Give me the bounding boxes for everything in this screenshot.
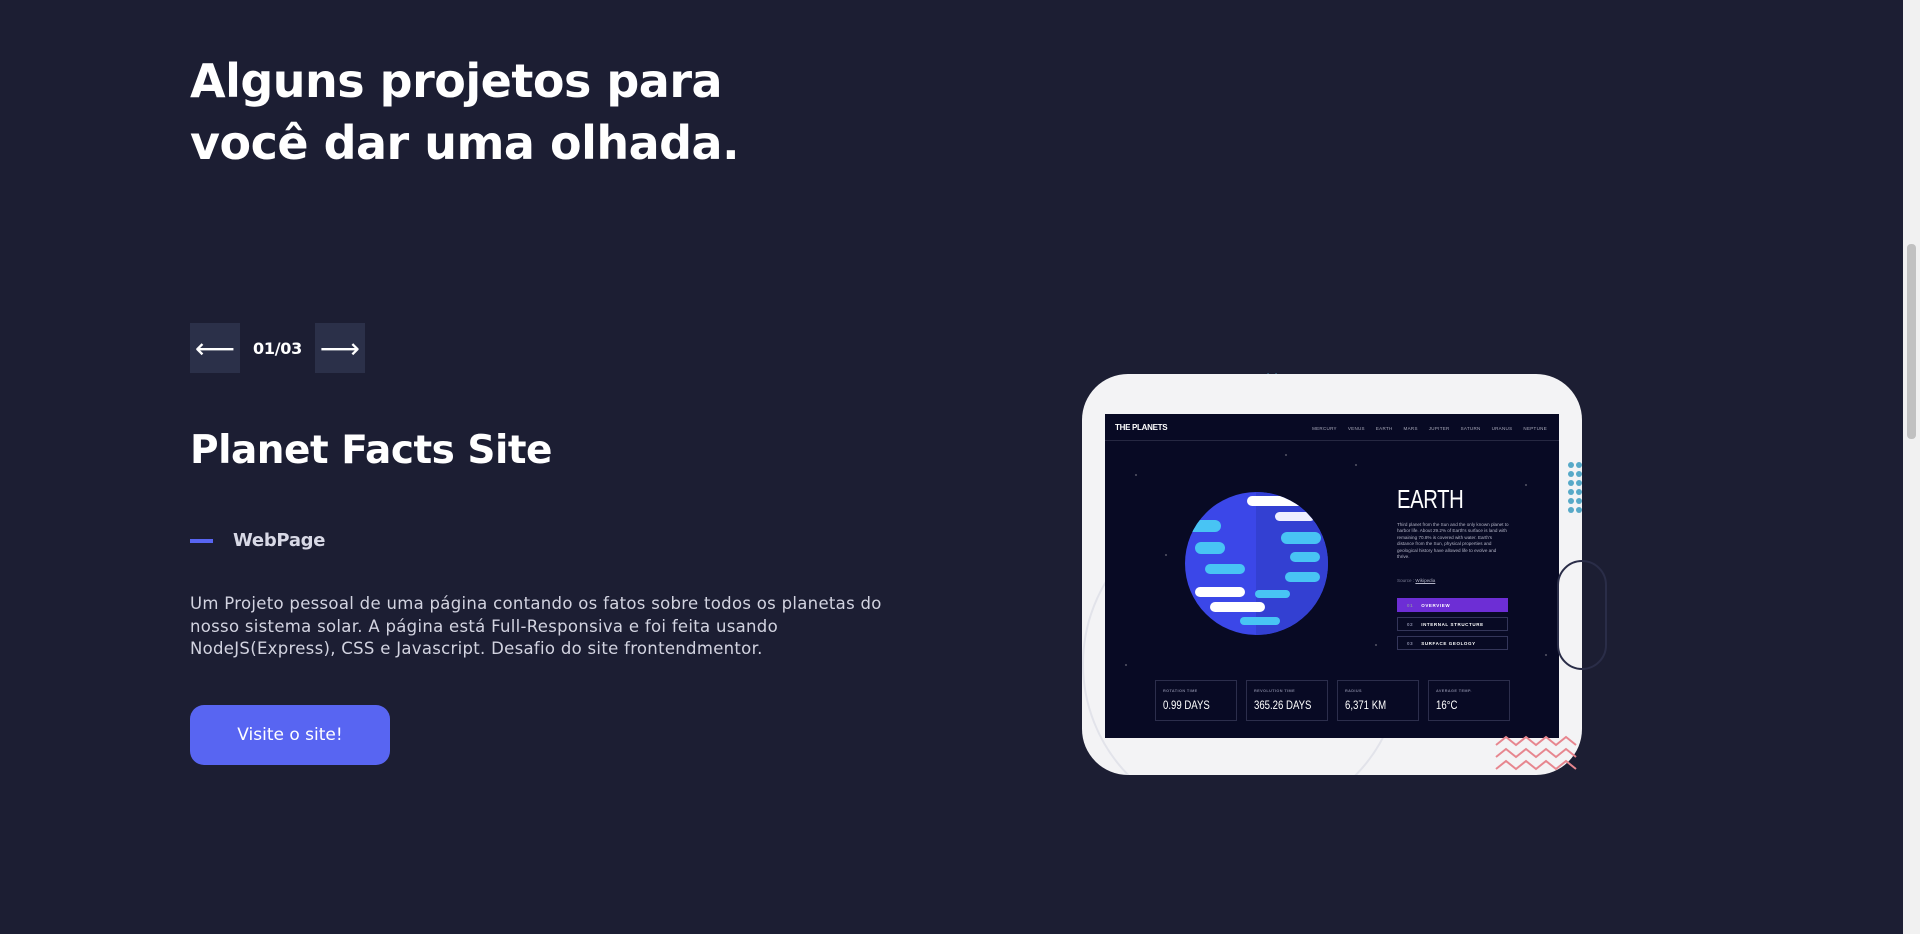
preview-tab-label: INTERNAL STRUCTURE — [1421, 621, 1484, 627]
project-preview-screen: THE PLANETS MERCURY VENUS EARTH MARS JUP… — [1105, 414, 1559, 738]
preview-stat-label: REVOLUTION TIME — [1254, 689, 1296, 693]
preview-nav-item: EARTH — [1375, 426, 1393, 431]
preview-source: Source : Wikipedia — [1397, 578, 1435, 583]
preview-tab-number: 03 — [1407, 640, 1414, 646]
preview-stat-card: RADIUS 6,371 KM — [1337, 680, 1419, 721]
preview-stat-value: 365.26 DAYS — [1254, 698, 1312, 712]
project-tag: WebPage — [190, 530, 325, 551]
preview-nav-item: SATURN — [1460, 426, 1481, 431]
preview-nav-item: MERCURY — [1312, 426, 1337, 431]
preview-stat-card: ROTATION TIME 0.99 DAYS — [1155, 680, 1237, 721]
preview-nav-item: MARS — [1403, 426, 1418, 431]
preview-nav-item: NEPTUNE — [1523, 426, 1547, 431]
preview-source-link: Wikipedia — [1415, 578, 1436, 583]
preview-planet-text: Third planet from the Sun and the only k… — [1397, 522, 1509, 560]
project-description: Um Projeto pessoal de uma página contand… — [190, 594, 882, 658]
preview-nav: MERCURY VENUS EARTH MARS JUPITER SATURN … — [1312, 426, 1547, 431]
preview-tab-label: SURFACE GEOLOGY — [1421, 640, 1476, 646]
preview-brand: THE PLANETS — [1115, 423, 1168, 432]
preview-nav-item: JUPITER — [1428, 426, 1450, 431]
earth-planet-icon — [1185, 492, 1328, 635]
section-heading: Alguns projetos para você dar uma olhada… — [190, 54, 740, 170]
project-pager: ⟵ 01/03 ⟶ — [190, 323, 365, 373]
preview-tab-number: 02 — [1407, 621, 1414, 627]
preview-tab-overview: 01 OVERVIEW — [1397, 598, 1508, 612]
preview-stat-label: RADIUS — [1345, 689, 1362, 693]
preview-tab-number: 01 — [1407, 602, 1414, 608]
preview-stat-label: ROTATION TIME — [1163, 689, 1198, 693]
preview-planet-name: EARTH — [1397, 484, 1464, 514]
preview-stat-value: 16°C — [1436, 698, 1458, 712]
preview-stat-value: 6,371 KM — [1345, 698, 1387, 712]
preview-nav-item: URANUS — [1491, 426, 1513, 431]
preview-tab-surface-geology: 03 SURFACE GEOLOGY — [1397, 636, 1508, 650]
visit-site-button[interactable]: Visite o site! — [190, 705, 390, 765]
preview-tab-label: OVERVIEW — [1421, 602, 1451, 608]
project-preview-device[interactable]: THE PLANETS MERCURY VENUS EARTH MARS JUP… — [1082, 374, 1582, 775]
preview-tab-internal-structure: 02 INTERNAL STRUCTURE — [1397, 617, 1508, 631]
tag-label: WebPage — [233, 530, 326, 551]
zigzag-decoration-icon — [1495, 735, 1577, 771]
prev-arrow-button[interactable]: ⟵ — [190, 323, 240, 373]
projects-section: Alguns projetos para você dar uma olhada… — [0, 0, 1920, 934]
preview-source-label: Source : — [1397, 578, 1415, 583]
preview-stat-card: REVOLUTION TIME 365.26 DAYS — [1246, 680, 1328, 721]
tag-accent-line — [190, 538, 213, 543]
preview-divider — [1105, 440, 1559, 441]
faint-shape-decoration — [1557, 560, 1607, 670]
preview-stat-label: AVERAGE TEMP. — [1436, 689, 1472, 693]
scrollbar-thumb[interactable] — [1907, 244, 1916, 439]
pager-counter: 01/03 — [253, 338, 302, 358]
page-scrollbar[interactable] — [1903, 0, 1920, 934]
project-title: Planet Facts Site — [190, 428, 552, 473]
preview-stat-card: AVERAGE TEMP. 16°C — [1428, 680, 1510, 721]
preview-nav-item: VENUS — [1347, 426, 1365, 431]
next-arrow-button[interactable]: ⟶ — [315, 323, 365, 373]
preview-stat-value: 0.99 DAYS — [1163, 698, 1210, 712]
